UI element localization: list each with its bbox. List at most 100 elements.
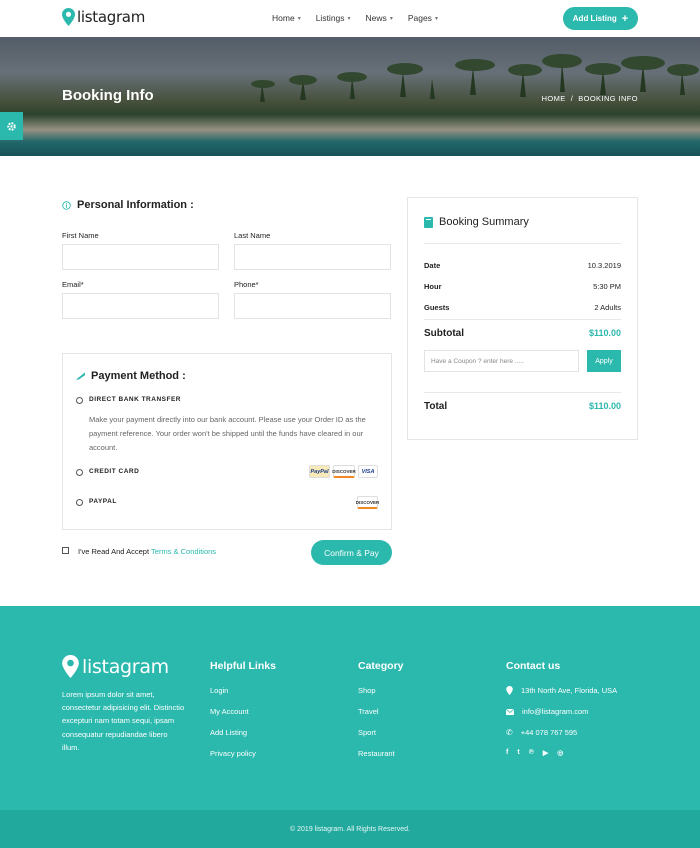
dribbble-icon[interactable]: ◎ <box>557 749 563 757</box>
subtotal-label: Subtotal <box>424 328 464 339</box>
add-listing-label: Add Listing <box>572 14 617 23</box>
radio-paypal[interactable] <box>76 499 83 506</box>
terms-checkbox[interactable] <box>62 547 69 554</box>
site-header: listagram Home ▾ Listings ▾ News ▾ Pages ▾ A… <box>0 0 700 37</box>
map-pin-icon <box>62 8 75 26</box>
summary-value: 10.3.2019 <box>587 261 621 270</box>
discover-card-icon: DISCOVER <box>356 496 379 509</box>
footer-link-account[interactable]: My Account <box>210 707 249 716</box>
facebook-icon[interactable]: f <box>506 749 508 757</box>
location-icon <box>506 686 513 695</box>
pinterest-icon[interactable]: ℗ <box>529 749 534 757</box>
info-icon <box>62 200 71 210</box>
nav-home-label: Home <box>272 13 295 23</box>
phone-field[interactable] <box>234 293 391 319</box>
social-links: f t ℗ ▶ ◎ <box>506 749 563 757</box>
radio-credit-card[interactable] <box>76 469 83 476</box>
footer-about: Lorem ipsum dolor sit amet, consectetur … <box>62 690 185 752</box>
phone-label: Phone* <box>234 280 259 289</box>
settings-button[interactable] <box>0 112 23 140</box>
discover-card-icon: DISCOVER <box>332 465 356 478</box>
total-label: Total <box>424 401 448 412</box>
footer-logo-text: listagram <box>82 655 169 678</box>
bank-transfer-description: Make your payment directly into our bank… <box>89 415 366 452</box>
hero-banner: Booking Info HOME / BOOKING INFO <box>0 37 700 156</box>
twitter-icon[interactable]: t <box>517 749 519 757</box>
subtotal-value: $110.00 <box>588 328 621 338</box>
apply-coupon-button[interactable]: Apply <box>587 350 621 372</box>
summary-row-guests: Guests 2 Adults <box>424 303 621 312</box>
bank-transfer-label: DIRECT BANK TRANSFER <box>89 396 181 403</box>
summary-key: Hour <box>424 282 442 291</box>
footer-link-login[interactable]: Login <box>210 686 228 695</box>
summary-row-date: Date 10.3.2019 <box>424 261 621 270</box>
email-label: Email* <box>62 280 84 289</box>
visa-card-icon: VISA <box>358 465 378 478</box>
footer-category-travel[interactable]: Travel <box>358 707 379 716</box>
card-icon <box>76 372 85 380</box>
plus-icon: + <box>621 12 629 25</box>
last-name-label: Last Name <box>234 231 271 240</box>
footer-category-shop[interactable]: Shop <box>358 686 376 695</box>
nav-home[interactable]: Home ▾ <box>272 13 301 23</box>
total-row: Total $110.00 <box>424 401 621 412</box>
terms-label: I've Read And Accept <box>78 547 150 556</box>
contact-address-text: 13th North Ave, Florida, USA <box>521 686 618 695</box>
main-nav: Home ▾ Listings ▾ News ▾ Pages ▾ <box>272 13 453 23</box>
contact-email[interactable]: info@listagram.com <box>506 707 588 716</box>
summary-divider <box>424 392 621 393</box>
contact-phone-text: +44 078 767 595 <box>520 728 578 737</box>
helpful-links-heading: Helpful Links <box>210 660 276 672</box>
nav-news-label: News <box>365 13 387 23</box>
total-value: $110.00 <box>588 401 621 411</box>
footer-category-sport[interactable]: Sport <box>358 728 376 737</box>
youtube-icon[interactable]: ▶ <box>543 749 548 757</box>
footer-logo[interactable]: listagram <box>62 655 169 678</box>
contact-heading: Contact us <box>506 660 561 672</box>
radio-bank-transfer[interactable] <box>76 397 83 404</box>
chevron-down-icon: ▾ <box>347 15 351 22</box>
booking-summary-title: Booking Summary <box>439 216 529 228</box>
footer-link-privacy[interactable]: Privacy policy <box>210 749 256 758</box>
logo[interactable]: listagram <box>62 8 145 26</box>
copyright-bar: © 2019 listagram. All Rights Reserved. <box>0 810 700 848</box>
nav-listings[interactable]: Listings ▾ <box>316 13 351 23</box>
email-field[interactable] <box>62 293 219 319</box>
breadcrumb-home[interactable]: HOME <box>542 94 566 103</box>
paypal-label: PAYPAL <box>89 498 117 505</box>
terms-text: I've Read And Accept Terms & Conditions <box>78 547 216 556</box>
contact-phone[interactable]: ✆ +44 078 767 595 <box>506 728 577 737</box>
gear-icon <box>7 121 16 131</box>
paypal-card-icon: PayPal <box>309 465 330 478</box>
summary-divider <box>424 319 621 320</box>
coupon-input[interactable]: Have a Coupon ? enter here ..... <box>424 350 579 372</box>
contact-email-text: info@listagram.com <box>522 707 589 716</box>
map-pin-icon <box>62 655 79 678</box>
first-name-field[interactable] <box>62 244 219 270</box>
chevron-down-icon: ▾ <box>297 15 301 22</box>
nav-pages-label: Pages <box>407 13 432 23</box>
category-heading: Category <box>358 660 404 672</box>
mail-icon <box>506 708 514 715</box>
nav-pages[interactable]: Pages ▾ <box>408 13 438 23</box>
breadcrumb: HOME / BOOKING INFO <box>542 94 638 103</box>
last-name-field[interactable] <box>234 244 391 270</box>
copyright-text: © 2019 listagram. All Rights Reserved. <box>290 825 410 833</box>
add-listing-button[interactable]: Add Listing + <box>563 7 638 30</box>
booking-summary-heading: Booking Summary <box>424 216 529 228</box>
credit-card-label: CREDIT CARD <box>89 468 140 475</box>
nav-news[interactable]: News ▾ <box>366 13 393 23</box>
subtotal-row: Subtotal $110.00 <box>424 328 621 339</box>
summary-key: Guests <box>424 303 450 312</box>
page-title: Booking Info <box>62 87 154 104</box>
terms-link[interactable]: Terms & Conditions <box>151 547 216 556</box>
phone-icon: ✆ <box>506 728 513 737</box>
footer-category-restaurant[interactable]: Restaurant <box>358 749 395 758</box>
summary-divider <box>424 243 621 244</box>
first-name-label: First Name <box>62 231 99 240</box>
chevron-down-icon: ▾ <box>389 15 393 22</box>
footer-link-add-listing[interactable]: Add Listing <box>210 728 247 737</box>
confirm-pay-button[interactable]: Confirm & Pay <box>311 540 392 565</box>
summary-value: 5:30 PM <box>593 282 621 291</box>
personal-info-title: Personal Information : <box>77 199 194 211</box>
